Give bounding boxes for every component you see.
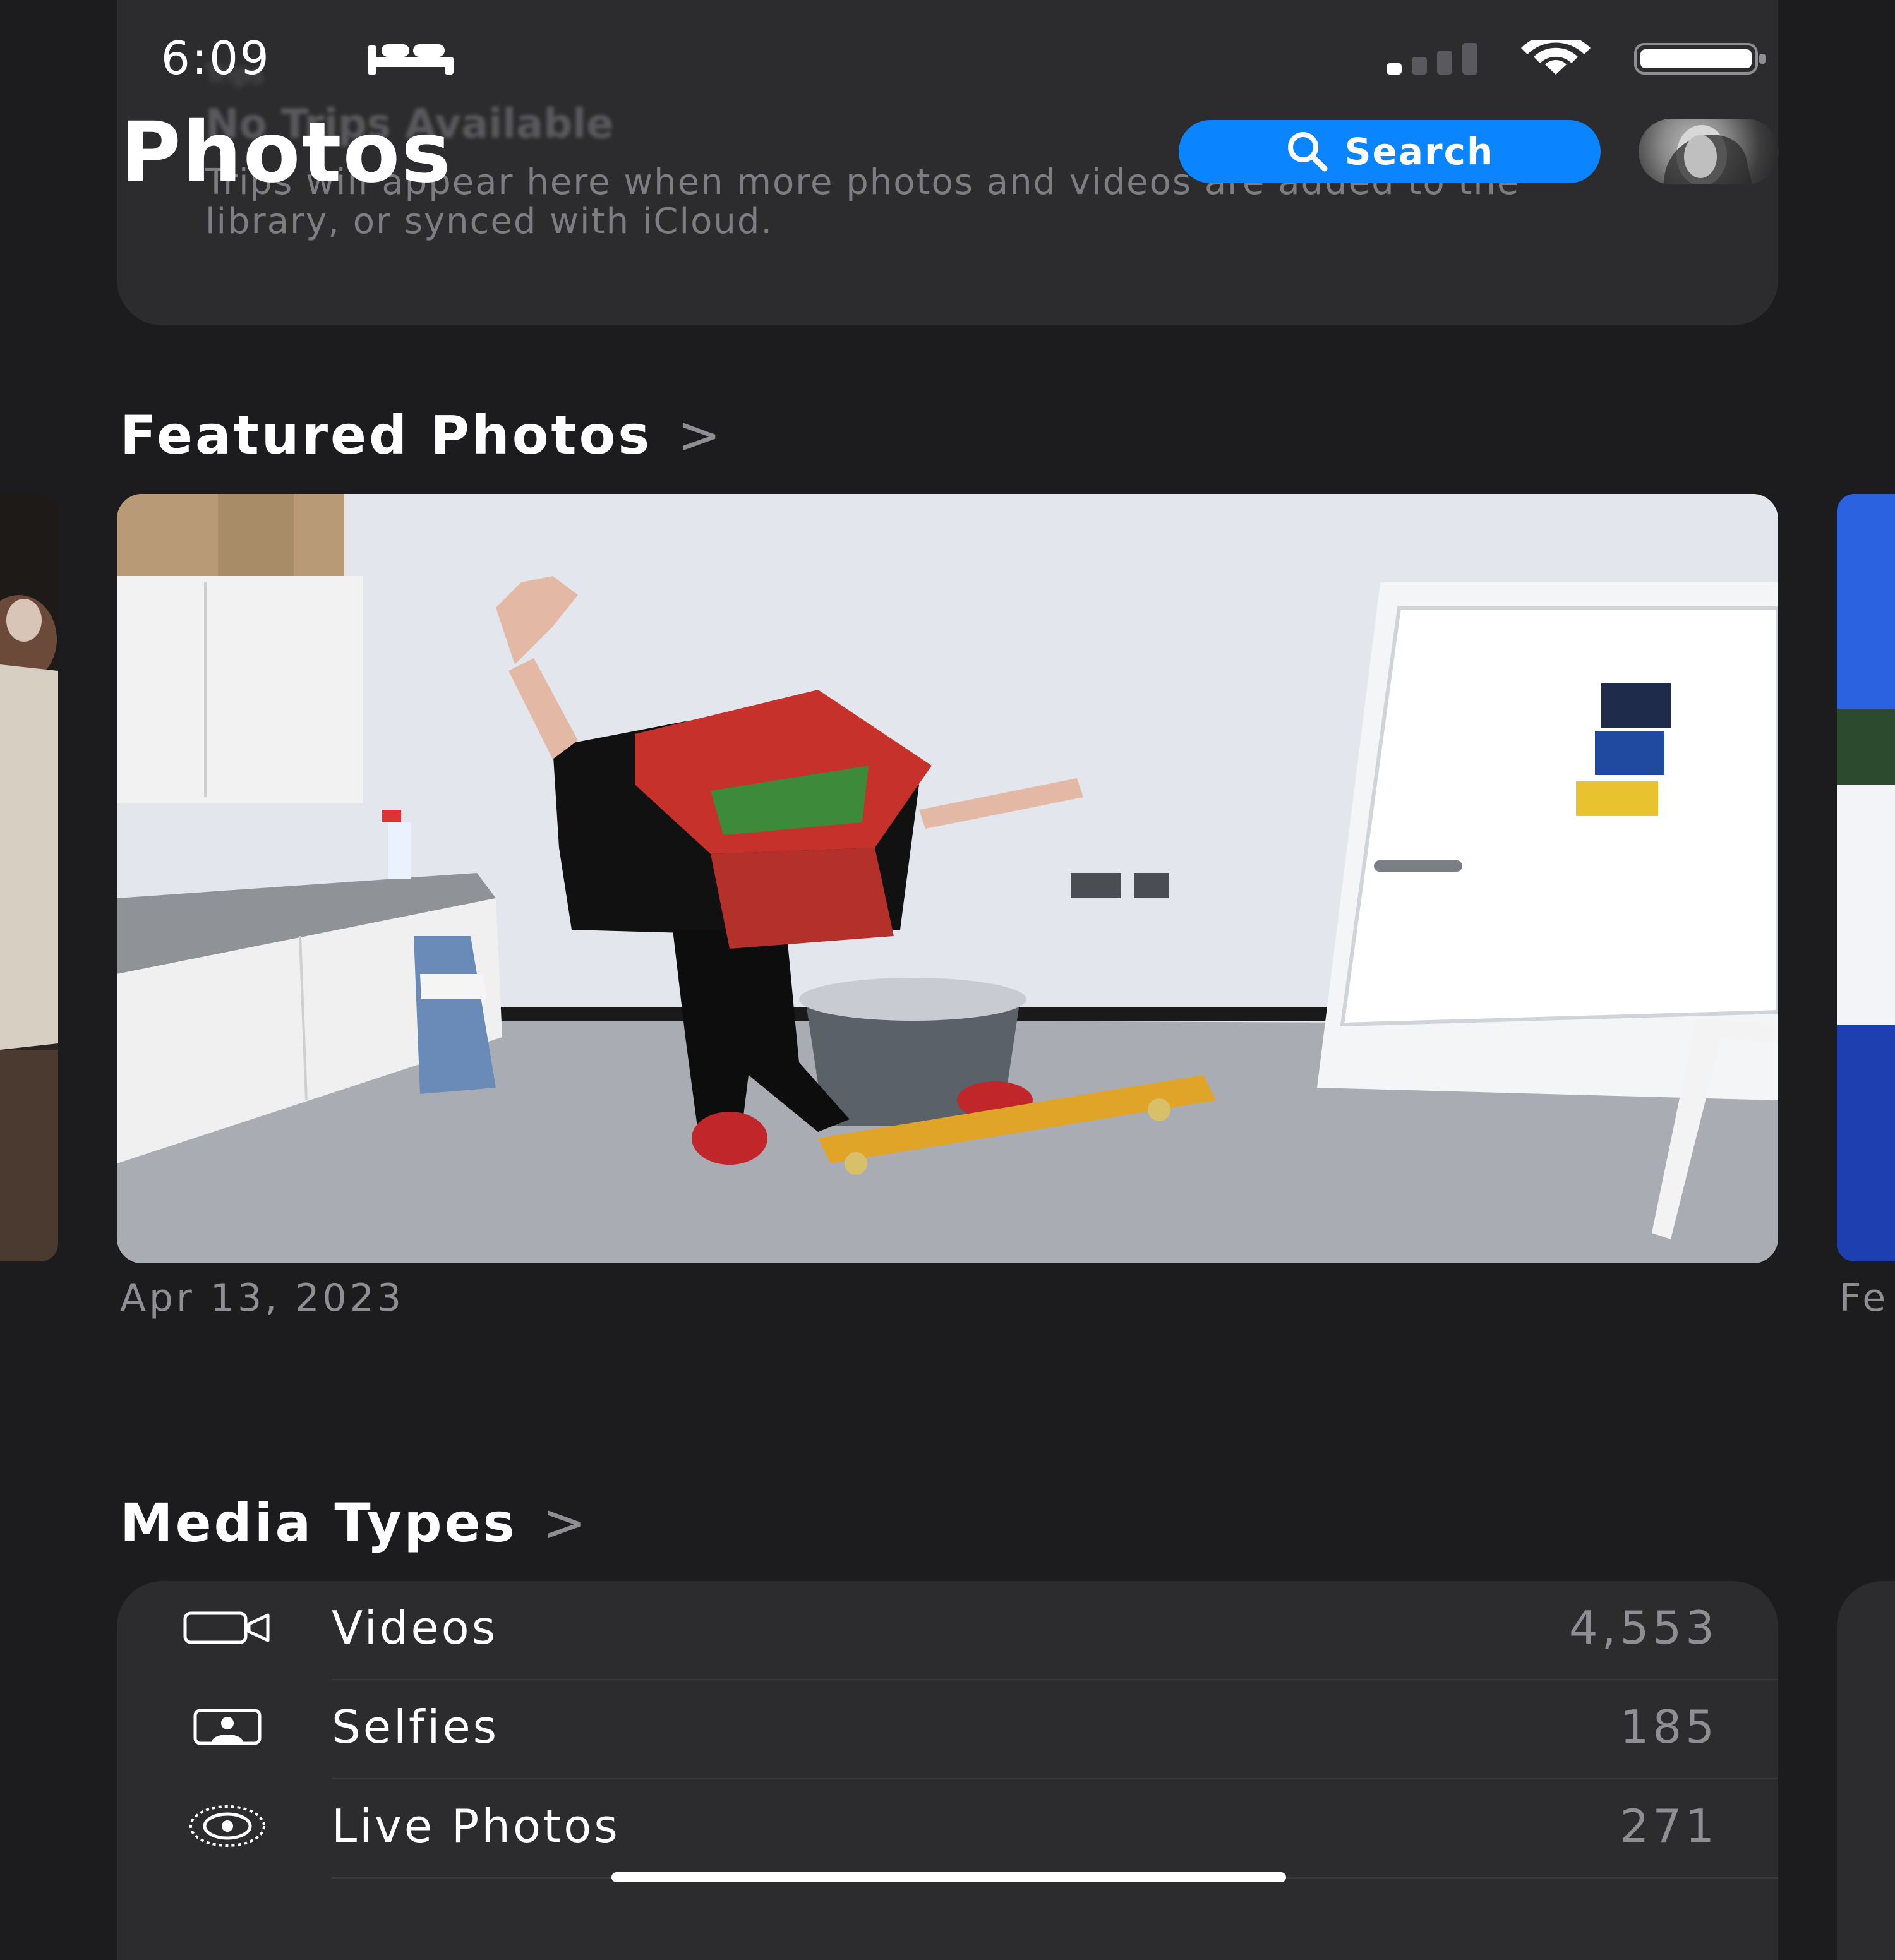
next-collection-card[interactable] <box>1837 1581 1895 1960</box>
media-types-list: Videos 4,553 Selfies 185 Live Photos 271 <box>117 1581 1778 1960</box>
avatar-portrait <box>1664 125 1752 184</box>
video-camera-icon <box>180 1602 275 1653</box>
status-time: 6:09 <box>161 32 271 85</box>
selfie-portrait-icon <box>180 1702 275 1752</box>
bed-icon <box>368 44 454 75</box>
chevron-right-icon: > <box>677 405 724 466</box>
featured-photo-previous[interactable] <box>0 494 58 1261</box>
media-row-label: Selfies <box>332 1700 500 1753</box>
page-title: Photos <box>120 104 452 201</box>
featured-photo-date: Apr 13, 2023 <box>120 1276 405 1320</box>
media-row-label: Live Photos <box>332 1800 620 1853</box>
media-row-count: 271 <box>1620 1800 1718 1853</box>
search-label: Search <box>1344 130 1495 173</box>
search-button[interactable]: Search <box>1179 120 1601 183</box>
magnifying-glass-icon <box>1287 132 1328 172</box>
home-indicator[interactable] <box>611 1872 1286 1882</box>
featured-photo-main[interactable] <box>117 494 1778 1263</box>
featured-photos-title: Featured Photos <box>120 404 653 466</box>
next-photo-date: Fe <box>1839 1276 1889 1320</box>
previous-photo-image <box>0 494 58 1261</box>
media-row-selfies[interactable]: Selfies 185 <box>117 1680 1778 1779</box>
wifi-icon <box>1521 40 1591 75</box>
featured-photo-next[interactable] <box>1837 494 1895 1261</box>
media-row-videos[interactable]: Videos 4,553 <box>117 1581 1778 1680</box>
avatar[interactable] <box>1639 119 1779 184</box>
next-photo-image <box>1837 494 1895 1261</box>
media-row-label: Videos <box>332 1601 498 1654</box>
live-photo-icon <box>180 1801 275 1851</box>
media-types-title: Media Types <box>120 1492 517 1554</box>
featured-photos-heading[interactable]: Featured Photos > <box>120 404 723 466</box>
media-row-live-photos[interactable]: Live Photos 271 <box>117 1779 1778 1879</box>
cellular-signal-icon <box>1387 43 1477 75</box>
media-row-count: 185 <box>1620 1700 1718 1753</box>
media-types-heading[interactable]: Media Types > <box>120 1492 588 1554</box>
media-row-count: 4,553 <box>1568 1601 1718 1654</box>
battery-icon <box>1634 43 1766 75</box>
featured-photo-image <box>117 494 1778 1263</box>
chevron-right-icon: > <box>542 1493 589 1553</box>
